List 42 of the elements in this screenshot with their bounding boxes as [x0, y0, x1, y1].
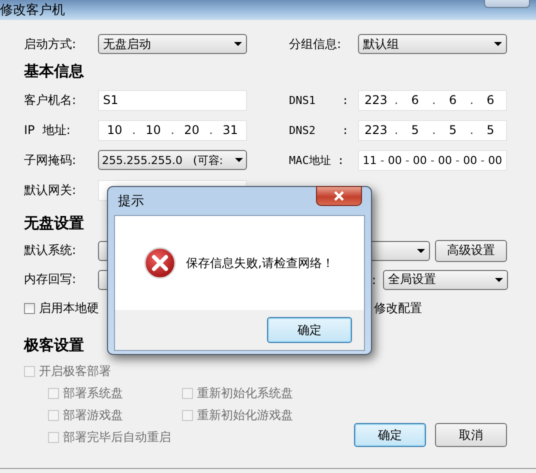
field-label: 默认网关: [24, 182, 78, 198]
checkbox-label: 重新初始化系统盘 [197, 384, 293, 402]
address-field[interactable]: 11 - 00 - 00 - 00 - 00 - 00 [358, 150, 507, 170]
field-label: DNS2 : [289, 124, 350, 136]
field-label: 客户机名: [24, 92, 78, 108]
section-heading: 极客设置 [24, 335, 84, 356]
checkbox-label: 启用本地硬 [39, 300, 100, 317]
address-field[interactable]: 223 . 6 . 6 . 6 [358, 90, 507, 110]
dialog-button[interactable]: 确定 [354, 423, 426, 447]
error-icon [144, 247, 176, 279]
address-field[interactable]: 10 . 10 . 20 . 31 [98, 120, 247, 140]
address-field[interactable]: 223 . 5 . 5 . 5 [358, 120, 507, 140]
field-label: DNS1 : [289, 94, 350, 106]
ok-button[interactable]: 确定 [267, 317, 352, 343]
group-dropdown[interactable]: 默认组 [358, 34, 507, 54]
advanced-settings-button[interactable]: 高级设置 [435, 240, 507, 262]
field-label: 子网掩码: [24, 152, 78, 168]
window-title: 修改客户机 [0, 2, 65, 19]
checkbox-label: 部署游戏盘 [63, 406, 123, 424]
field-label: MAC地址 : [289, 152, 346, 168]
error-message: 保存信息失败,请检查网络！ [186, 254, 334, 272]
field-label: : [372, 272, 378, 286]
dialog-button[interactable]: 取消 [435, 423, 507, 447]
checkbox-label: 部署完毕后自动重启 [63, 428, 171, 446]
field-label: 内存回写: [24, 271, 78, 288]
section-heading: 基本信息 [24, 61, 84, 82]
boot-mode-dropdown[interactable]: 无盘启动 [98, 34, 247, 54]
field-label: IP 地址: [24, 122, 72, 138]
checkbox[interactable] [24, 303, 35, 314]
close-icon [332, 191, 346, 201]
subnet-dropdown[interactable]: 255.255.255.0 (可容: [98, 150, 247, 170]
field-label: 启动方式: [24, 36, 78, 52]
writeback-mode-dropdown[interactable]: 全局设置 [383, 270, 508, 290]
text-field[interactable]: S1 [98, 90, 247, 110]
section-heading: 无盘设置 [24, 213, 84, 234]
checkbox-label: 部署系统盘 [63, 384, 123, 402]
checkbox-label: 重新初始化游戏盘 [197, 406, 293, 424]
option-label: 修改配置 [374, 300, 422, 317]
field-label: 分组信息: [289, 36, 342, 52]
field-label: 默认系统: [24, 242, 78, 259]
checkbox-label: 开启极客部署 [39, 362, 111, 380]
dialog-title: 提示 [118, 193, 144, 210]
